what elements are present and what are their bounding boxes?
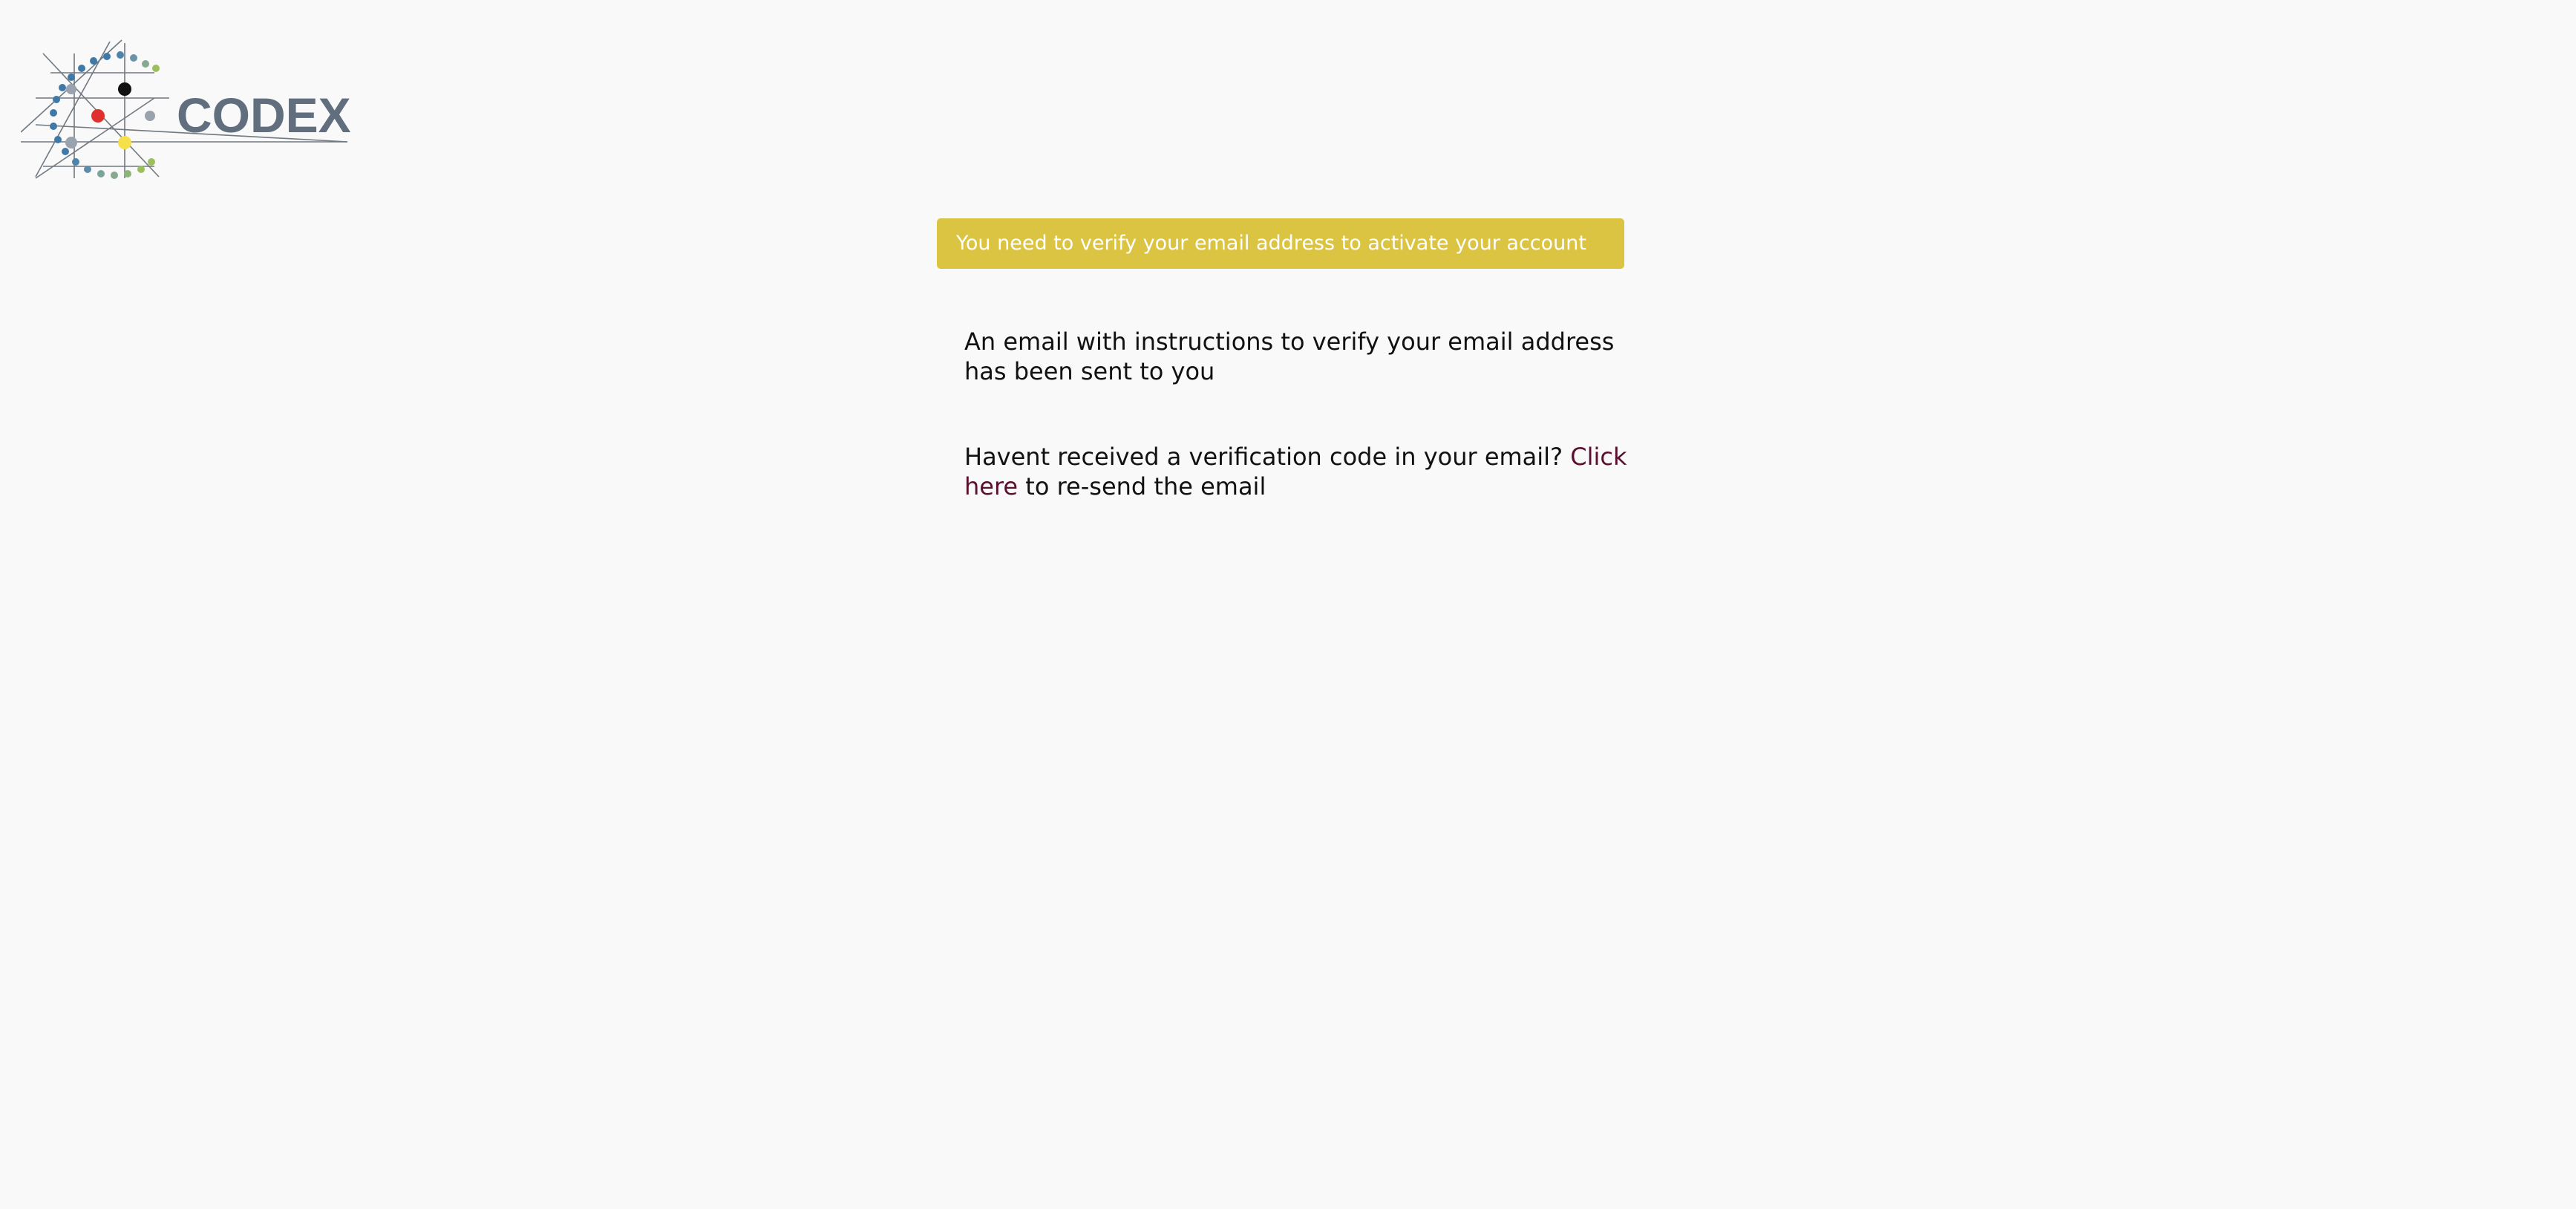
instructions-text: An email with instructions to verify you… <box>964 327 1615 385</box>
codex-network-logo-icon: CODEX <box>21 39 351 179</box>
main-content: An email with instructions to verify you… <box>964 327 1632 501</box>
resend-suffix: to re-send the email <box>1018 472 1266 501</box>
codex-logo[interactable]: CODEX <box>21 36 355 184</box>
verify-email-page: CODEX You need to verify your email addr… <box>0 0 2576 1209</box>
verification-alert: You need to verify your email address to… <box>937 218 1624 269</box>
resend-text: Havent received a verification code in y… <box>964 442 1632 501</box>
resend-prefix: Havent received a verification code in y… <box>964 443 1571 471</box>
logo-text: CODEX <box>177 88 351 143</box>
